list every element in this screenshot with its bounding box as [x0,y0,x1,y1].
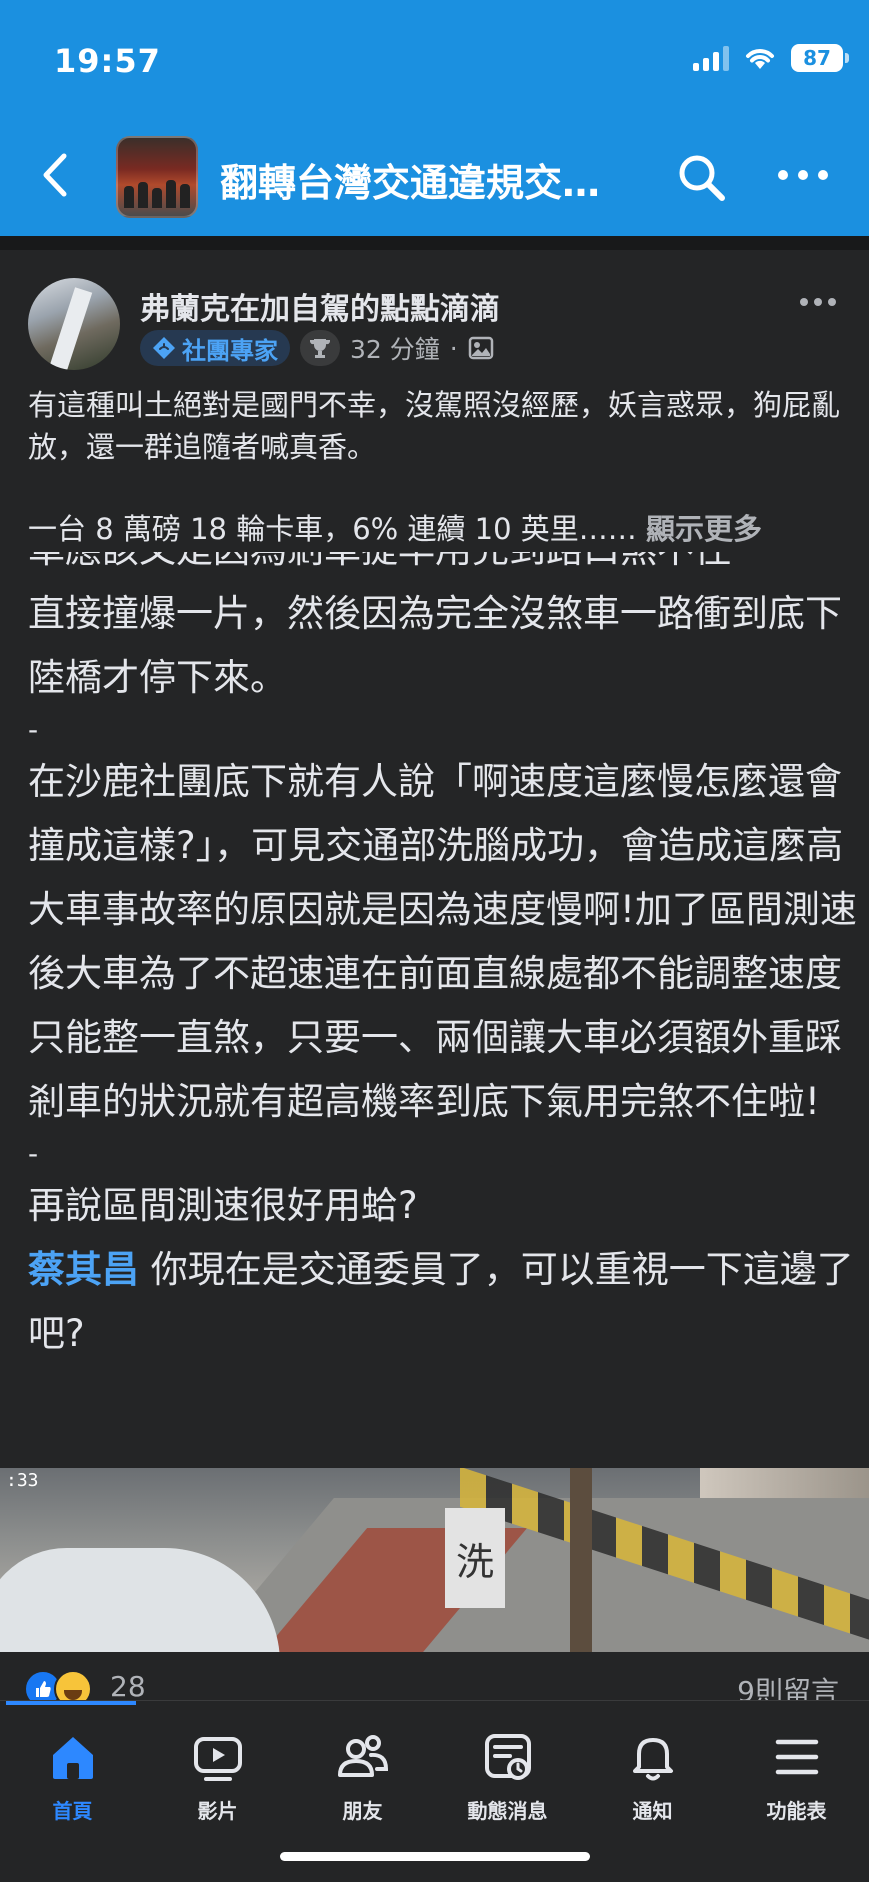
menu-icon [775,1739,818,1775]
trophy-icon[interactable] [300,330,340,366]
body-separator: - [28,713,39,746]
friends-icon [337,1735,388,1777]
tab-menu[interactable]: 功能表 [724,1729,869,1839]
group-header: 翻轉台灣交通違規交… [0,130,869,220]
reaction-count[interactable]: 28 [110,1670,146,1703]
back-arrow-icon[interactable] [36,150,76,200]
feed-icon [484,1734,531,1780]
video-preview[interactable]: 洗 :33 [0,1468,869,1652]
video-sign: 洗 [445,1508,505,1608]
post-time[interactable]: 32 分鐘 [350,330,440,366]
post-meta: 社團專家 32 分鐘 · [140,330,494,366]
tab-label: 影片 [197,1799,238,1823]
video-timestamp: :33 [6,1470,39,1491]
video-icon [193,1737,242,1781]
home-indicator[interactable] [280,1852,590,1861]
tab-friends[interactable]: 朋友 [290,1729,435,1839]
author-avatar[interactable] [28,278,120,370]
tab-video[interactable]: 影片 [145,1729,290,1839]
see-more-link[interactable]: 顯示更多 [646,512,762,546]
video-car [0,1548,280,1652]
shared-text-excerpt: 一台 8 萬磅 18 輪卡車，6% 連續 10 英里…… 顯示更多 [28,508,868,550]
tab-label: 朋友 [342,1799,383,1823]
tab-label: 首頁 [52,1799,93,1823]
tab-label: 動態消息 [467,1799,548,1823]
bell-icon [632,1738,673,1781]
body-separator: - [28,1137,39,1170]
expert-badge-icon [153,337,175,359]
group-privacy-icon [468,336,493,360]
badge-label: 社團專家 [182,336,278,365]
mention-text: 你現在是交通委員了，可以重視一下這邊了吧? [28,1248,854,1355]
divider [0,236,869,250]
top-bar: 19:57 87 翻轉台灣交通違規交… [0,0,869,236]
wifi-icon [746,49,774,69]
tab-label: 通知 [632,1799,673,1823]
post-more-icon[interactable] [798,290,838,314]
tab-notifications[interactable]: 通知 [580,1729,725,1839]
tab-label: 功能表 [766,1799,827,1823]
mention-link[interactable]: 蔡其昌 [28,1248,139,1291]
battery-icon: 87 [791,44,849,72]
cellular-signal-icon [693,45,729,71]
search-icon[interactable] [676,152,728,204]
meta-separator: · [449,333,458,363]
home-icon [52,1737,93,1779]
status-indicators: 87 [693,44,849,72]
body-paragraph-1: 直接撞爆一片，然後因為完全沒煞車一路衝到底下陸橋才停下來。 [28,592,842,699]
group-title[interactable]: 翻轉台灣交通違規交… [220,152,600,207]
group-cover-thumbnail[interactable] [116,136,198,218]
video-pole [570,1468,592,1652]
excerpt-text: 一台 8 萬磅 18 輪卡車，6% 連續 10 英里…… [28,512,637,546]
post-caption: 有這種叫土絕對是國門不幸，沒駕照沒經歷，妖言惑眾，狗屁亂放，還一群追隨者喊真香。 [28,388,841,464]
tab-home[interactable]: 首頁 [0,1729,145,1839]
body-paragraph-3: 再說區間測速很好用蛤? [28,1184,418,1227]
body-paragraph-4: 蔡其昌 你現在是交通委員了，可以重視一下這邊了吧? [28,1238,858,1366]
active-tab-indicator [6,1701,136,1705]
body-line-cropped: 車應該又是因為剎車提早用完到路口煞不住 [28,552,858,582]
group-expert-badge[interactable]: 社團專家 [140,330,290,366]
status-time: 19:57 [54,42,161,80]
author-name[interactable]: 弗蘭克在加自駕的點點滴滴 [140,284,500,328]
body-paragraph-2: 在沙鹿社團底下就有人說「啊速度這麼慢怎麼還會撞成這樣?」，可見交通部洗腦成功，會… [28,760,857,1123]
tab-feeds[interactable]: 動態消息 [435,1729,580,1839]
more-options-icon[interactable] [776,160,830,190]
